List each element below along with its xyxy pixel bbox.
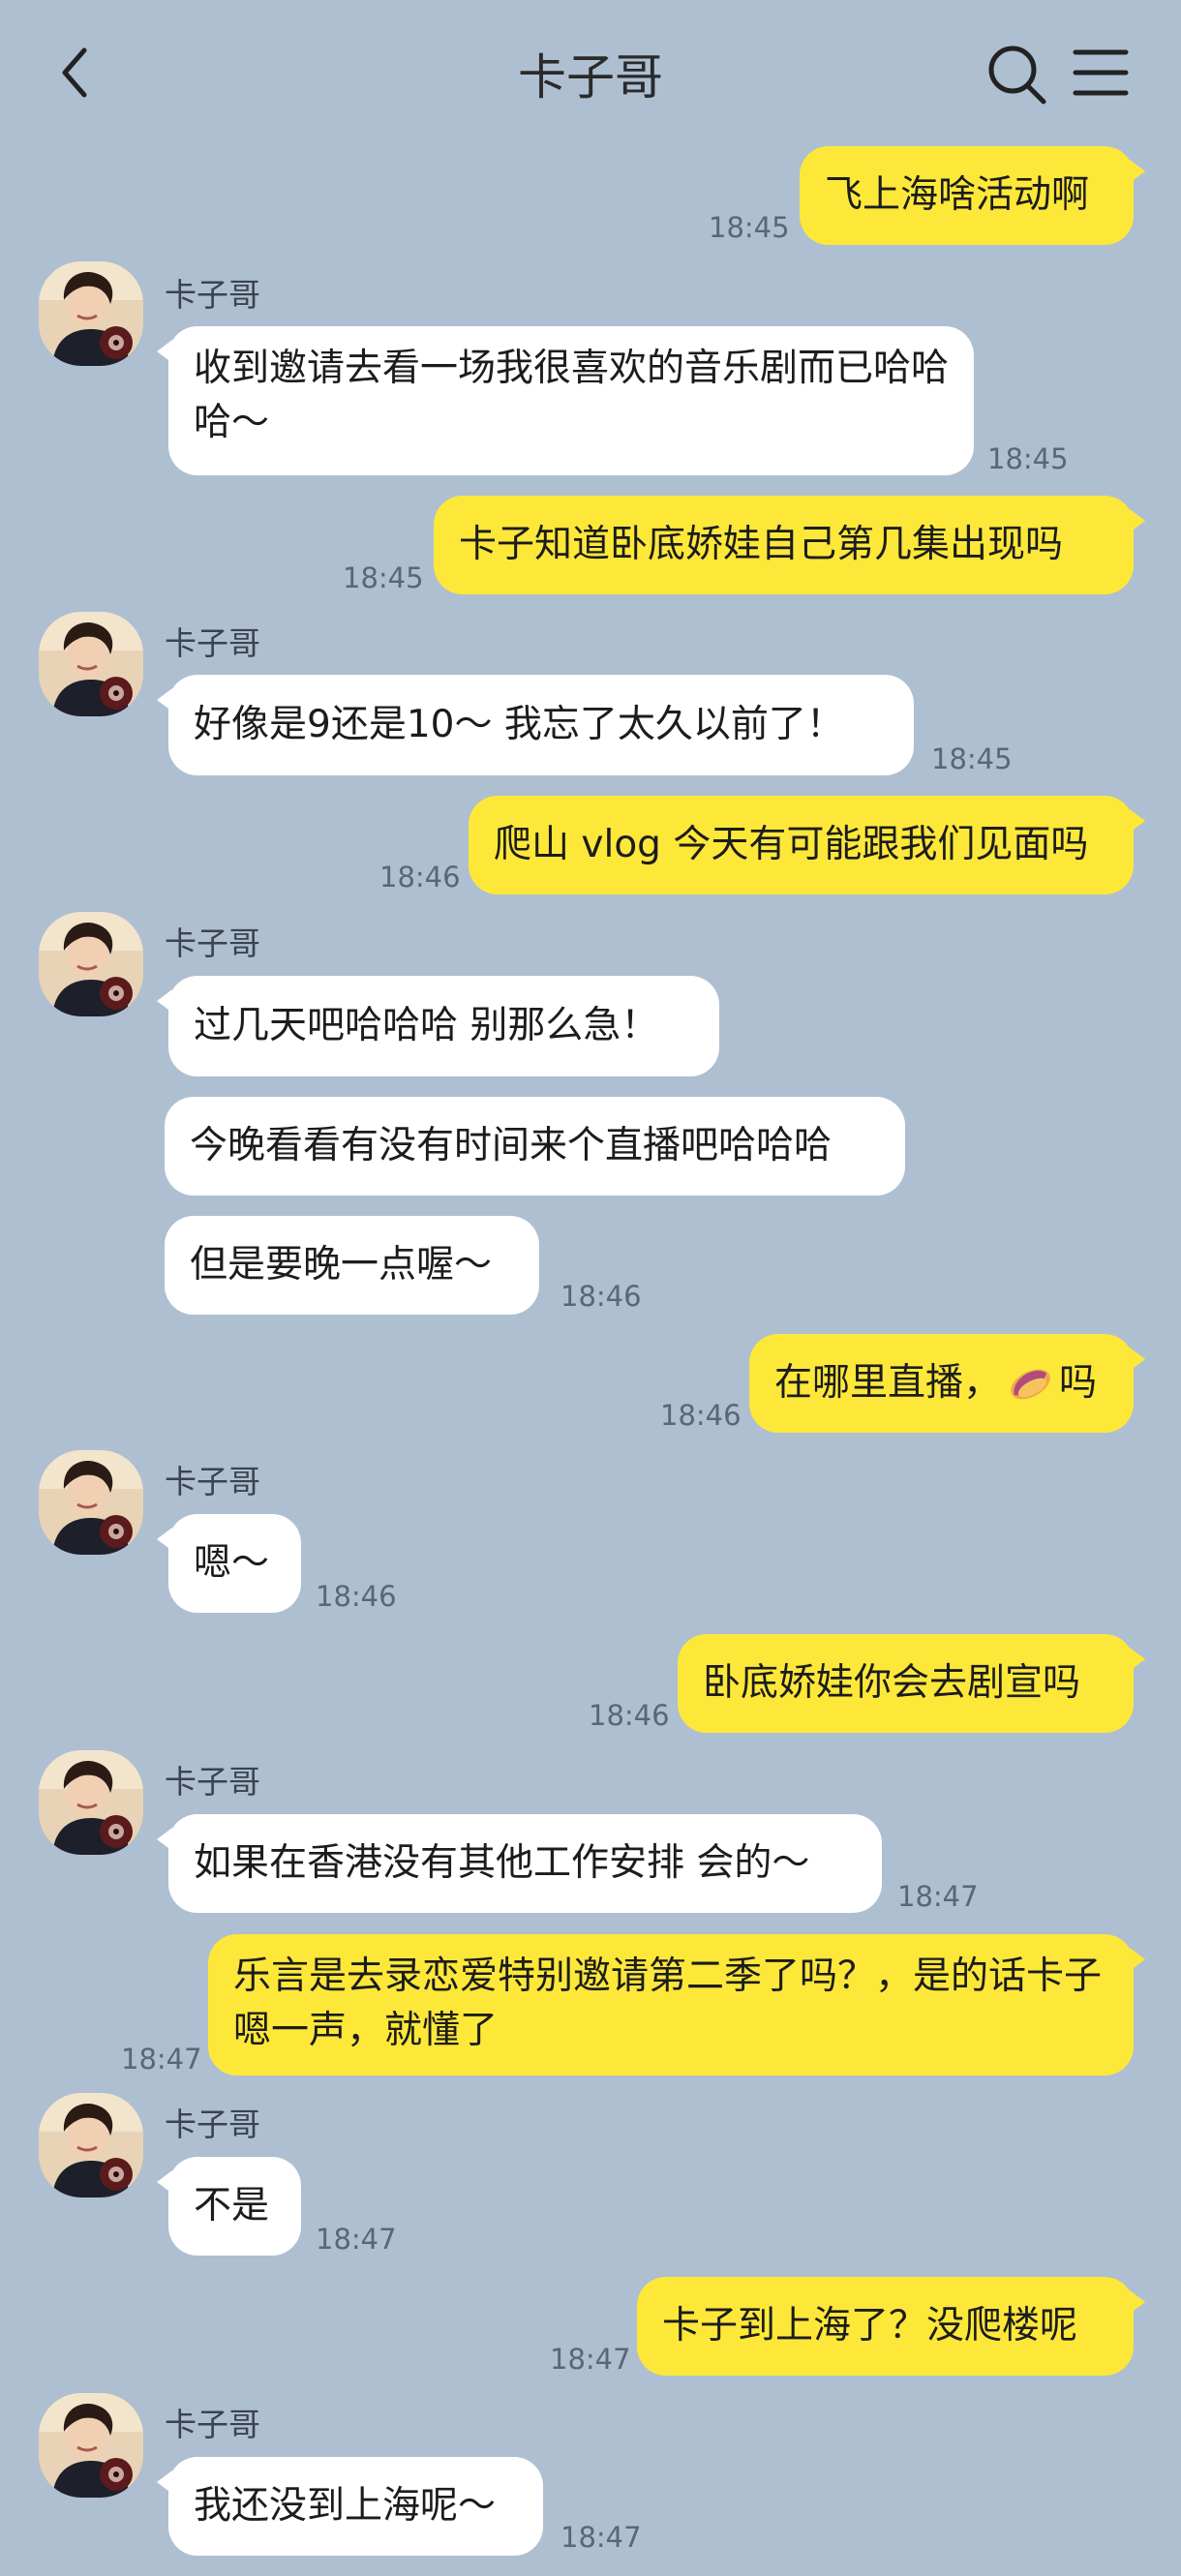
sender-name: 卡子哥: [165, 924, 260, 962]
avatar-image: [39, 1750, 143, 1855]
message-bubble-incoming[interactable]: 我还没到上海呢～: [157, 2457, 543, 2556]
sender-name: 卡子哥: [165, 276, 260, 314]
message-bubble-outgoing[interactable]: 卡子到上海了？没爬楼呢: [637, 2277, 1145, 2376]
sender-name: 卡子哥: [165, 2106, 260, 2143]
chat-header: 卡子哥: [0, 0, 1181, 145]
message-bubble-outgoing[interactable]: 卡子知道卧底娇娃自己第几集出现吗: [434, 496, 1145, 594]
message-bubble-outgoing[interactable]: 在哪里直播， 吗: [749, 1334, 1145, 1433]
avatar[interactable]: [39, 1450, 143, 1555]
avatar[interactable]: [39, 612, 143, 716]
menu-icon: [1073, 49, 1129, 96]
message-bubble-incoming[interactable]: 今晚看看有没有时间来个直播吧哈哈哈: [165, 1097, 905, 1196]
message-time: 18:46: [379, 861, 461, 894]
sender-name: 卡子哥: [165, 1463, 260, 1500]
message-time: 18:46: [660, 1399, 742, 1432]
message-bubble-outgoing[interactable]: 飞上海啥活动啊: [800, 146, 1145, 245]
avatar[interactable]: [39, 912, 143, 1016]
sender-name: 卡子哥: [165, 2406, 260, 2443]
message-bubble-incoming[interactable]: 如果在香港没有其他工作安排 会的～: [157, 1814, 882, 1913]
message-time: 18:47: [121, 2043, 202, 2076]
search-icon: [988, 45, 1046, 105]
message-bubble-outgoing[interactable]: 爬山 vlog 今天有可能跟我们见面吗: [469, 796, 1145, 894]
message-bubble-incoming[interactable]: 但是要晚一点喔～: [165, 1216, 539, 1315]
message-time: 18:45: [987, 442, 1069, 475]
message-time: 18:45: [931, 742, 1013, 775]
message-bubble-incoming[interactable]: 不是: [157, 2157, 301, 2256]
message-time: 18:47: [560, 2521, 642, 2554]
sweet-potato-emoji: [1011, 1369, 1050, 1400]
avatar-image: [39, 1450, 143, 1555]
message-time: 18:47: [550, 2343, 631, 2376]
message-text: 在哪里直播，: [774, 1361, 1002, 1405]
avatar[interactable]: [39, 2393, 143, 2498]
avatar[interactable]: [39, 2093, 143, 2197]
message-time: 18:45: [343, 561, 424, 594]
message-bubble-incoming[interactable]: 收到邀请去看一场我很喜欢的音乐剧而已哈哈哈～: [157, 326, 974, 475]
message-time: 18:47: [897, 1880, 979, 1913]
message-bubble-outgoing[interactable]: 卧底娇娃你会去剧宣吗: [678, 1634, 1145, 1733]
sender-name: 卡子哥: [165, 624, 260, 662]
message-time: 18:46: [560, 1280, 642, 1313]
menu-button[interactable]: [1070, 39, 1132, 106]
sender-name: 卡子哥: [165, 1763, 260, 1801]
message-text: 吗: [1059, 1361, 1098, 1405]
message-time: 18:47: [316, 2223, 397, 2256]
message-bubble-incoming[interactable]: 好像是9还是10～ 我忘了太久以前了！: [157, 675, 914, 775]
avatar-image: [39, 2093, 143, 2197]
avatar[interactable]: [39, 1750, 143, 1855]
message-time: 18:45: [709, 211, 790, 244]
avatar-image: [39, 912, 143, 1016]
message-bubble-outgoing[interactable]: 乐言是去录恋爱特别邀请第二季了吗？，是的话卡子嗯一声，就懂了: [208, 1934, 1145, 2076]
avatar-image: [39, 261, 143, 366]
avatar-image: [39, 2393, 143, 2498]
search-button[interactable]: [985, 39, 1049, 106]
avatar-image: [39, 612, 143, 716]
message-bubble-incoming[interactable]: 过几天吧哈哈哈 别那么急！: [157, 976, 719, 1076]
message-bubble-incoming[interactable]: 嗯～: [157, 1514, 301, 1613]
message-time: 18:46: [316, 1580, 397, 1613]
avatar[interactable]: [39, 261, 143, 366]
message-time: 18:46: [589, 1699, 670, 1732]
